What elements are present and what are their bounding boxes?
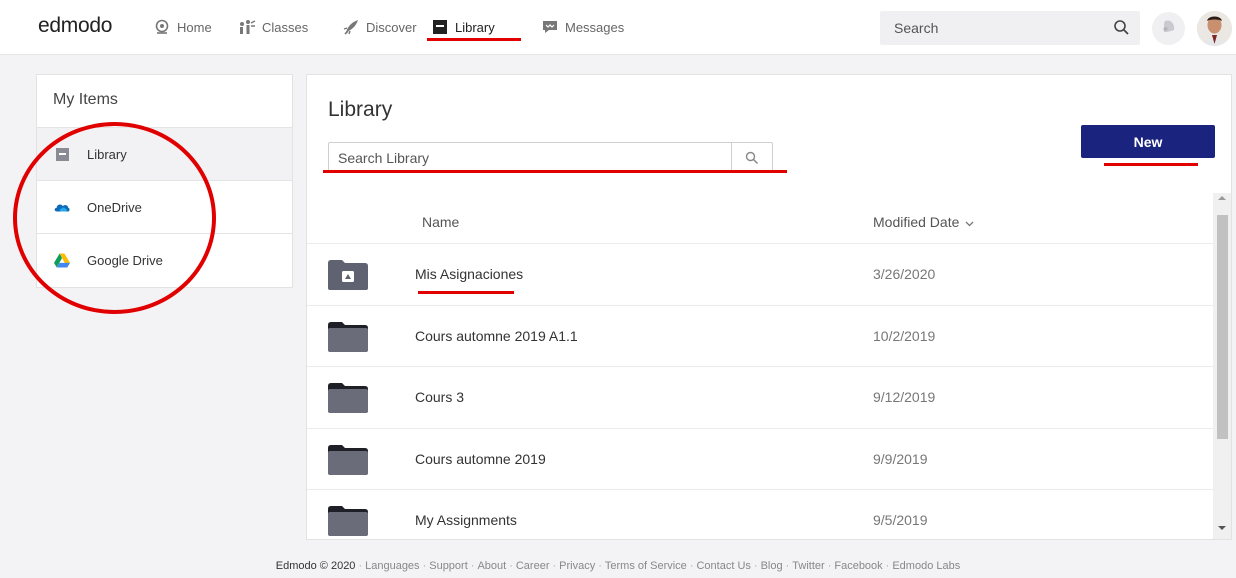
table-row[interactable]: Cours automne 2019 9/9/2019 [307,428,1213,489]
nav-classes-label: Classes [262,19,309,35]
column-header-modified-date[interactable]: Modified Date [873,214,974,230]
user-avatar[interactable] [1197,11,1232,46]
annotation-underline-new-button [1104,163,1198,166]
row-date: 9/5/2019 [873,512,928,528]
footer-copyright: Edmodo © 2020 [275,560,356,572]
chevron-down-icon [965,214,974,230]
nav-messages[interactable]: Messages [540,16,624,38]
table-row[interactable]: Cours automne 2019 A1.1 10/2/2019 [307,305,1213,366]
folder-icon [328,445,368,480]
bell-icon [1161,18,1177,39]
annotation-underline-mis-asignaciones [418,291,514,294]
annotation-underline-search-library [323,170,787,173]
annotation-underline-nav-library [427,38,521,41]
global-search-placeholder: Search [894,20,939,36]
scroll-up-arrow-icon[interactable] [1213,195,1231,207]
nav-messages-label: Messages [565,19,625,35]
nav-home-label: Home [177,19,212,35]
library-search-button[interactable] [731,143,772,172]
footer-link-privacy[interactable]: Privacy [559,560,595,572]
scrollbar-thumb[interactable] [1217,215,1228,439]
table-row[interactable]: My Assignments 9/5/2019 [307,489,1213,539]
new-button[interactable]: New [1081,125,1215,158]
folder-icon [328,506,368,539]
search-icon[interactable] [1113,19,1130,41]
row-date: 9/9/2019 [873,451,928,467]
avatar-image [1197,11,1232,46]
vertical-scrollbar[interactable] [1213,193,1231,539]
nav-library[interactable]: Library [430,16,495,38]
library-search-placeholder: Search Library [338,150,430,166]
footer-link-edmodo-labs[interactable]: Edmodo Labs [892,560,960,572]
global-search-input[interactable]: Search [880,11,1140,45]
message-icon [540,17,560,37]
column-header-name[interactable]: Name [422,214,459,230]
library-icon [430,17,450,37]
row-name[interactable]: Cours automne 2019 [415,451,546,467]
row-name[interactable]: Cours automne 2019 A1.1 [415,328,578,344]
nav-discover[interactable]: Discover [341,16,417,38]
row-date: 9/12/2019 [873,389,936,405]
row-date: 10/2/2019 [873,328,936,344]
search-icon [745,151,759,164]
table-row[interactable]: Mis Asignaciones 3/26/2020 [307,243,1213,304]
footer-link-twitter[interactable]: Twitter [792,560,824,572]
footer-link-facebook[interactable]: Facebook [834,560,882,572]
row-date: 3/26/2020 [873,266,936,282]
row-name[interactable]: My Assignments [415,512,517,528]
footer-link-about[interactable]: About [477,560,506,572]
folder-icon [328,322,368,357]
scroll-down-arrow-icon[interactable] [1213,525,1231,537]
edmodo-logo[interactable]: edmodo [38,14,112,38]
row-name[interactable]: Cours 3 [415,389,464,405]
footer-link-languages[interactable]: Languages [365,560,419,572]
column-header-modified-label: Modified Date [873,214,960,230]
nav-classes[interactable]: Classes [237,16,308,38]
nav-home[interactable]: Home [152,16,212,38]
top-navigation-bar: edmodo Home Classes Discover Library Mes… [0,0,1236,55]
my-items-title: My Items [53,91,118,108]
nav-library-label: Library [455,19,495,35]
footer: Edmodo © 2020 · Languages · Support · About · Ca… [275,560,961,572]
nav-discover-label: Discover [366,19,417,35]
page-title: Library [328,98,393,121]
rocket-icon [341,17,361,37]
library-panel: Library Search Library New Name Modified… [306,74,1232,540]
row-name[interactable]: Mis Asignaciones [415,266,523,282]
assignments-folder-icon [328,260,368,295]
annotation-circle-cloud-sources [13,122,216,314]
table-row[interactable]: Cours 3 9/12/2019 [307,366,1213,427]
footer-link-terms[interactable]: Terms of Service [605,560,687,572]
footer-link-blog[interactable]: Blog [761,560,783,572]
notifications-button[interactable] [1152,12,1185,45]
footer-link-support[interactable]: Support [429,560,468,572]
footer-link-career[interactable]: Career [516,560,550,572]
home-icon [152,17,172,37]
folder-icon [328,383,368,418]
classes-icon [237,17,257,37]
footer-link-contact[interactable]: Contact Us [696,560,750,572]
library-search-input[interactable]: Search Library [328,142,773,173]
